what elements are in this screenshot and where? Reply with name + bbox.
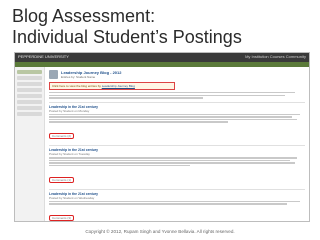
course-menu-item[interactable] — [17, 82, 42, 86]
text-line — [49, 116, 293, 118]
text-line — [49, 92, 295, 94]
text-line — [49, 159, 290, 162]
top-bar: PEPPERDINE UNIVERSITY My Institution Cou… — [15, 53, 309, 62]
course-menu-item[interactable] — [17, 88, 42, 92]
callout-text: Click here to view the blog entries by — [52, 84, 101, 88]
comments-link[interactable]: Comments (2) — [49, 133, 75, 140]
course-menu-item[interactable] — [17, 76, 42, 80]
course-menu-item[interactable] — [17, 106, 42, 110]
highlight-callout: Click here to view the blog entries by L… — [49, 82, 175, 90]
blog-entry: Leadership in the 21st century Posted by… — [49, 101, 305, 143]
top-nav[interactable]: My Institution Courses Community — [245, 54, 306, 59]
blog-content: Leadership Journey Blog - 2012 Entries b… — [45, 67, 309, 221]
slide-title-line1: Blog Assessment: — [12, 6, 156, 26]
text-line — [49, 97, 203, 99]
copyright-footer: Copyright © 2012, Rupam Singh and Yvonne… — [85, 229, 235, 234]
entry-meta: Posted by Student on Tuesday — [49, 152, 90, 157]
slide-title: Blog Assessment: Individual Student’s Po… — [12, 6, 242, 48]
journal-header: Leadership Journey Blog - 2012 Entries b… — [49, 70, 305, 79]
blog-entry: Leadership in the 21st century Posted by… — [49, 188, 305, 221]
text-line — [49, 200, 300, 203]
main-area: Leadership Journey Blog - 2012 Entries b… — [15, 67, 309, 221]
text-line — [49, 162, 295, 164]
course-menu-item[interactable] — [17, 112, 42, 116]
course-menu-item[interactable] — [17, 94, 42, 98]
course-menu-item[interactable] — [17, 70, 42, 74]
brand-logo: PEPPERDINE UNIVERSITY — [18, 54, 69, 59]
text-line — [49, 121, 229, 123]
description-block — [49, 92, 305, 99]
journal-meta: Entries by: Student Name — [61, 75, 96, 79]
text-line — [49, 164, 190, 167]
callout-link[interactable]: Leadership Journey Blog — [102, 84, 135, 88]
course-menu — [15, 67, 45, 221]
entry-meta: Posted by Student on Wednesday — [49, 195, 95, 200]
comments-link[interactable]: Comments (1) — [49, 176, 75, 183]
text-line — [49, 157, 298, 159]
entry-meta: Posted by Student on Monday — [49, 108, 90, 113]
blog-entry: Leadership in the 21st century Posted by… — [49, 145, 305, 186]
text-line — [49, 118, 298, 121]
screenshot-frame: PEPPERDINE UNIVERSITY My Institution Cou… — [14, 52, 310, 222]
text-line — [49, 94, 285, 96]
avatar — [49, 70, 58, 79]
course-menu-item[interactable] — [17, 100, 42, 104]
comments-link[interactable]: Comments (3) — [49, 214, 75, 221]
text-line — [49, 113, 300, 116]
slide-title-line2: Individual Student’s Postings — [12, 27, 242, 47]
text-line — [49, 203, 288, 205]
